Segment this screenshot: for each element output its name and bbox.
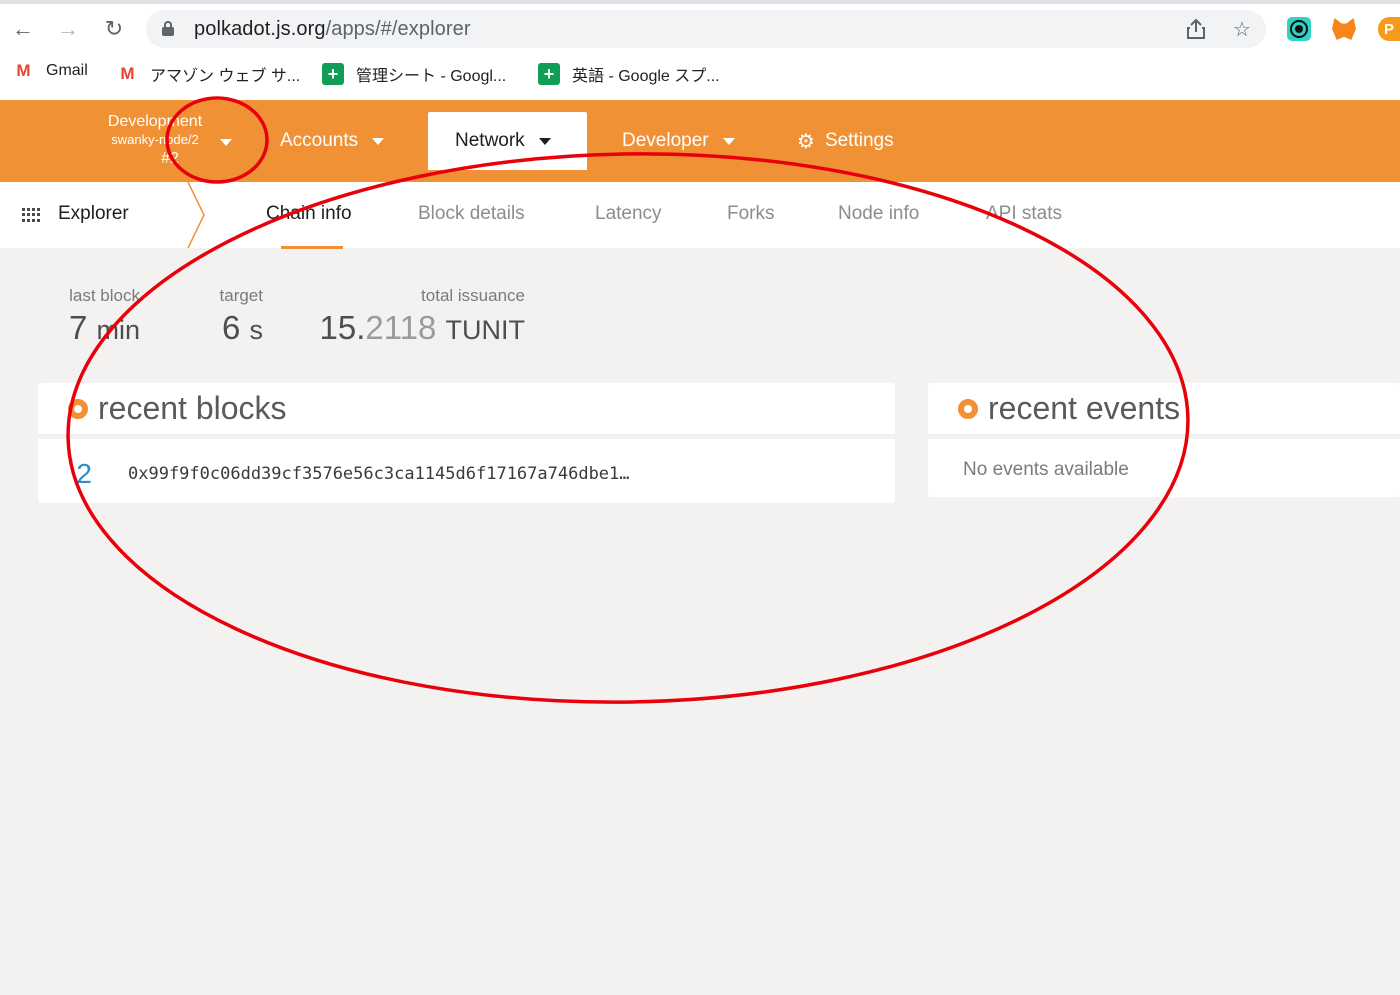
menu-settings[interactable]: ⚙ Settings [770, 112, 921, 170]
chain-name: Development [107, 113, 203, 130]
apps-grid-icon [22, 208, 41, 222]
forward-icon[interactable]: → [53, 14, 83, 44]
table-row: 2 0x99f9f0c06dd39cf3576e56c3ca1145d6f171… [38, 444, 895, 504]
recent-events-card: recent events No events available [928, 383, 1400, 497]
gears-icon: ⚙ [797, 130, 815, 153]
summary-unit: TUNIT [445, 315, 525, 345]
address-bar[interactable]: polkadot.js.org/apps/#/explorer ☆ [146, 10, 1266, 48]
bookmark-admin-sheet[interactable]: + 管理シート - Googl... [322, 62, 506, 86]
menu-accounts[interactable]: Accounts [253, 112, 411, 170]
card-title: recent blocks [98, 390, 287, 426]
summary-value: 6 s [180, 309, 263, 347]
summary-value: 7 min [50, 309, 140, 347]
empty-state-text: No events available [963, 459, 1129, 480]
chain-selector[interactable]: Development swanky-node/2 #2 [98, 112, 212, 169]
menu-label: Network [455, 130, 525, 151]
summary-total-issuance: total issuance 15.2118 TUNIT [300, 286, 526, 347]
menu-network[interactable]: Network [428, 112, 587, 170]
bookmark-gmail[interactable]: M Gmail [12, 61, 88, 80]
block-hash: 0x99f9f0c06dd39cf3576e56c3ca1145d6f17167… [128, 464, 630, 484]
google-sheets-icon: + [538, 63, 560, 85]
share-icon[interactable] [1184, 17, 1208, 41]
card-header: recent events [928, 383, 1400, 439]
summary-label: total issuance [421, 286, 525, 305]
chevron-down-icon [722, 137, 735, 145]
summary-decimals: 2118 [365, 309, 437, 346]
extension-orange-p-icon[interactable]: P [1378, 17, 1400, 41]
bookmark-label: 英語 - Google スプ... [572, 68, 720, 85]
url-host: polkadot.js.org [194, 18, 326, 40]
bookmark-label: アマゾン ウェブ サ... [150, 68, 301, 85]
recent-blocks-card: recent blocks 2 0x99f9f0c06dd39cf3576e56… [38, 383, 895, 503]
sub-navigation: Explorer Chain info Block details Latenc… [0, 182, 1400, 249]
summary-target: target 6 s [180, 286, 263, 347]
summary-number: 15. [319, 309, 366, 346]
tab-block-details[interactable]: Block details [418, 203, 525, 225]
extension-metamask-icon[interactable] [1332, 17, 1356, 41]
block-number-link[interactable]: 2 [38, 458, 110, 490]
app-header: Development swanky-node/2 #2 Accounts Ne… [0, 100, 1400, 182]
summary-number: 7 [68, 309, 88, 346]
tab-api-stats[interactable]: API stats [986, 203, 1062, 225]
summary-value: 15.2118 TUNIT [300, 309, 526, 347]
tab-forks[interactable]: Forks [727, 203, 775, 225]
card-title: recent events [988, 390, 1181, 426]
lock-icon[interactable] [162, 21, 174, 37]
url-path: /apps/#/explorer [325, 18, 471, 40]
status-dot-icon [958, 398, 978, 419]
bookmark-label: 管理シート - Googl... [356, 68, 507, 85]
tab-node-info[interactable]: Node info [838, 203, 919, 225]
summary-last-block: last block 7 min [50, 286, 140, 347]
menu-label: Settings [824, 130, 894, 151]
summary-unit: s [249, 315, 264, 345]
section-title: Explorer [58, 203, 129, 224]
breadcrumb-separator [187, 182, 205, 248]
gmail-icon: M [120, 64, 134, 83]
browser-chrome: ← → ↻ polkadot.js.org/apps/#/explorer ☆ … [0, 0, 1400, 100]
summary-unit: min [96, 315, 140, 345]
bookmarks-bar: M Gmail M アマゾン ウェブ サ... + 管理シート - Googl.… [0, 58, 1400, 90]
tab-strip-edge [0, 0, 1400, 4]
menu-developer[interactable]: Developer [595, 112, 762, 170]
chevron-down-icon[interactable] [220, 139, 232, 146]
node-name: swanky-node/2 [111, 132, 199, 147]
active-tab-indicator [281, 246, 343, 249]
menu-label: Accounts [280, 130, 359, 151]
tab-chain-info[interactable]: Chain info [266, 203, 352, 225]
chevron-down-icon [372, 137, 385, 145]
url-text[interactable]: polkadot.js.org/apps/#/explorer [194, 18, 471, 41]
google-sheets-icon: + [322, 63, 344, 85]
status-dot-icon [68, 398, 88, 419]
summary-number: 6 [221, 309, 241, 346]
best-block-number: #2 [161, 150, 179, 167]
bookmark-english-sheet[interactable]: + 英語 - Google スプ... [538, 62, 720, 86]
summary-label: target [219, 286, 263, 305]
back-icon[interactable]: ← [8, 14, 38, 44]
gmail-icon: M [16, 61, 30, 80]
bookmark-label: Gmail [46, 62, 88, 79]
extension-polkadot-icon[interactable] [1287, 17, 1311, 41]
reload-icon[interactable]: ↻ [99, 14, 129, 44]
summary-label: last block [69, 286, 140, 305]
tab-latency[interactable]: Latency [595, 203, 662, 225]
card-header: recent blocks [38, 383, 895, 439]
bookmark-amazon[interactable]: M アマゾン ウェブ サ... [116, 62, 300, 86]
menu-label: Developer [622, 130, 709, 151]
chevron-down-icon [538, 137, 551, 145]
bookmark-star-icon[interactable]: ☆ [1230, 17, 1254, 41]
